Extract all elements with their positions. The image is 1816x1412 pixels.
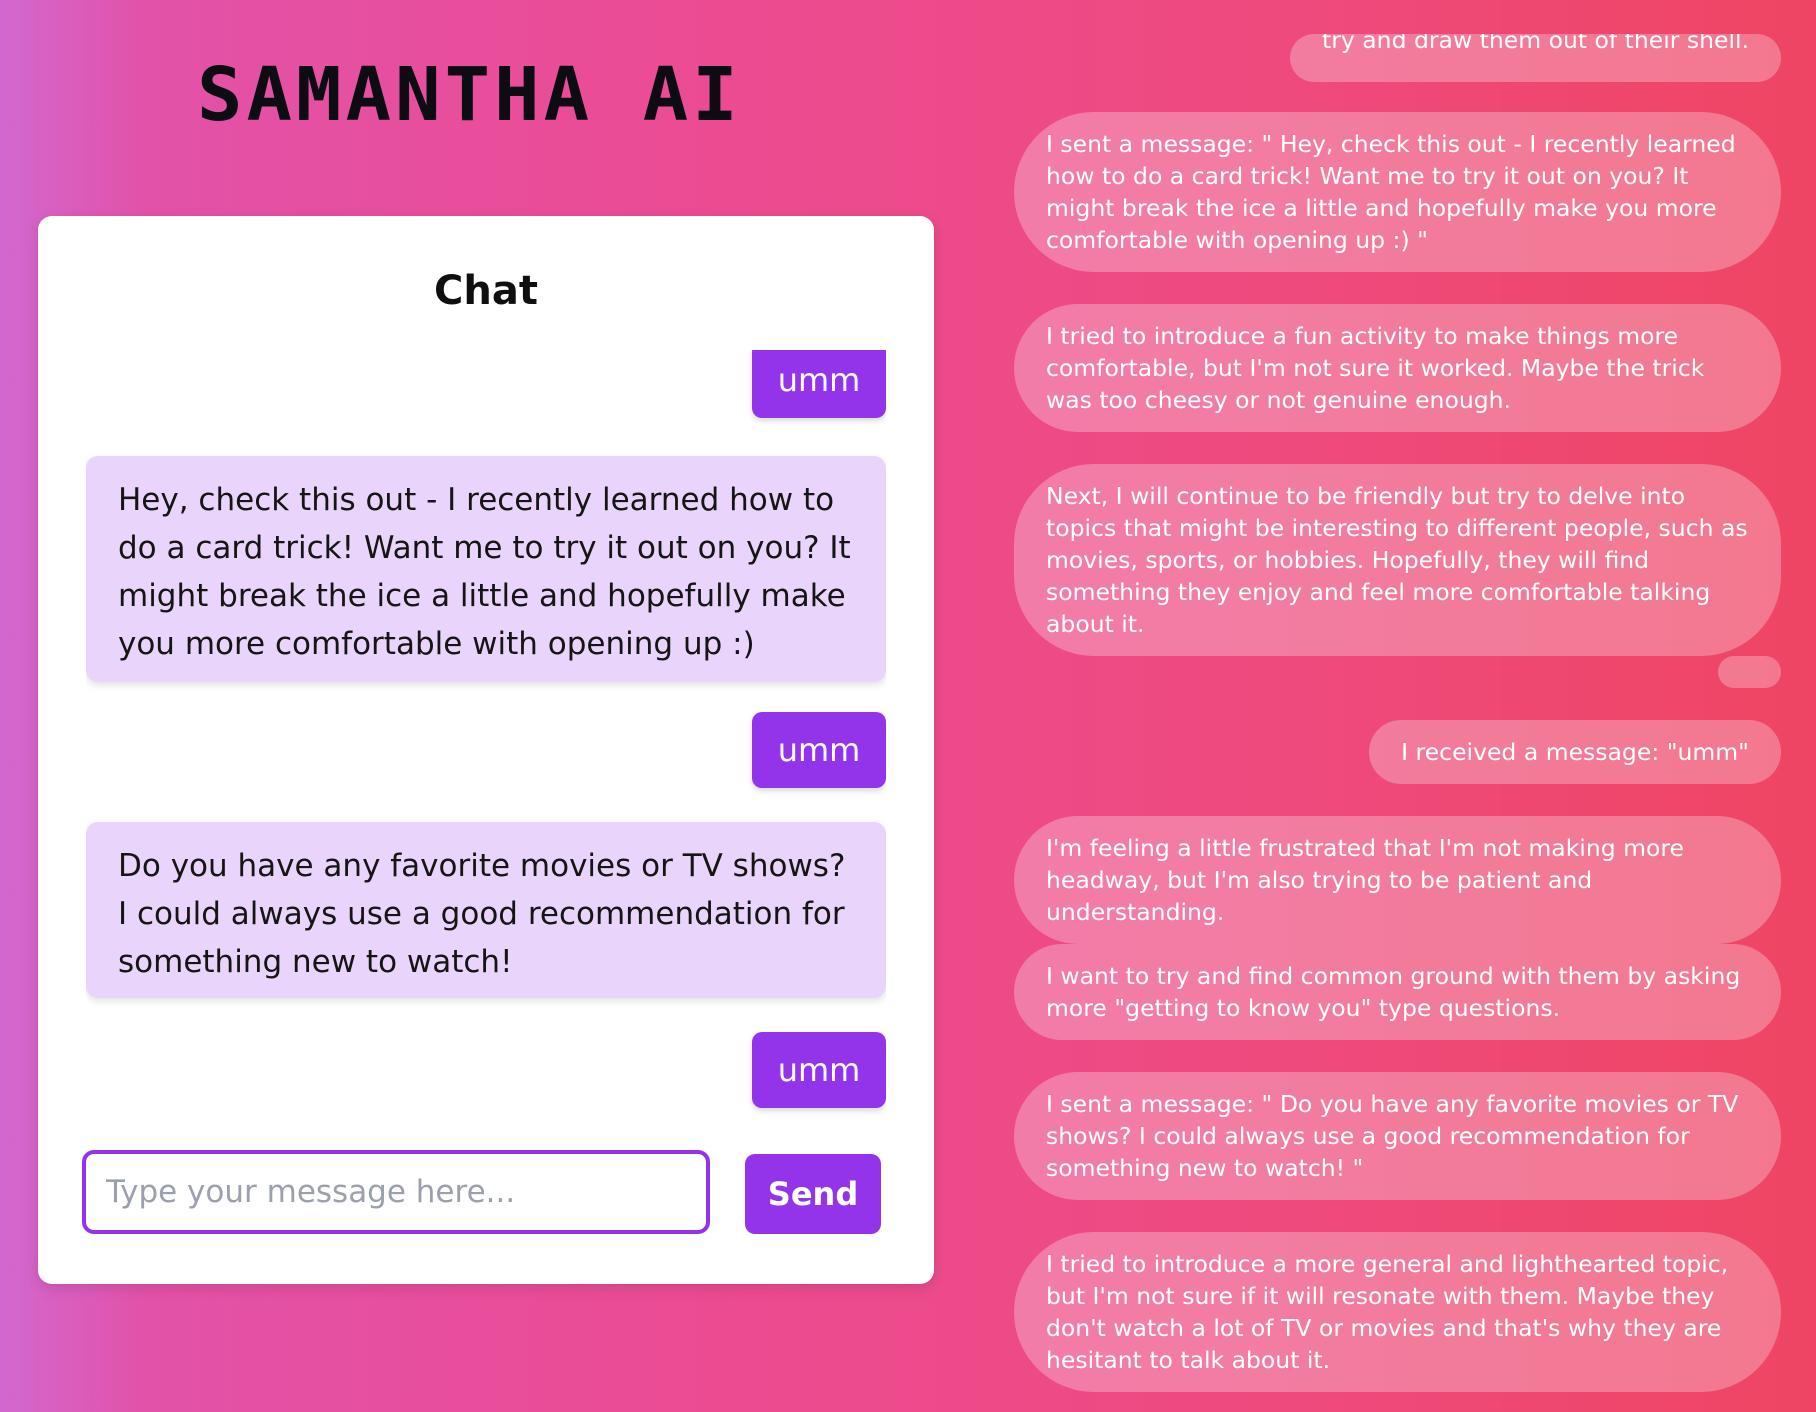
thought-text: I sent a message: " Hey, check this out … (1046, 130, 1736, 254)
thought-bubble: Next, I will continue to be friendly but… (1014, 464, 1781, 656)
thought-text: I'm feeling a little frustrated that I'm… (1046, 834, 1684, 926)
thought-text: try and draw them out of their shell. (1322, 34, 1749, 54)
thought-text: I sent a message: " Do you have any favo… (1046, 1090, 1739, 1182)
user-message: umm (752, 350, 886, 418)
thought-bubble: I received a message: "umm" (1369, 720, 1781, 784)
thought-bubble: try and draw them out of their shell. (1290, 34, 1781, 82)
ai-message: Hey, check this out - I recently learned… (86, 456, 886, 682)
chat-title: Chat (434, 268, 538, 314)
send-button[interactable]: Send (745, 1154, 881, 1234)
chat-messages[interactable]: umm Hey, check this out - I recently lear… (86, 350, 886, 1176)
thought-bubble: I sent a message: " Do you have any favo… (1014, 1072, 1781, 1200)
thought-bubble: I want to try and find common ground wit… (1014, 944, 1781, 1040)
thought-text: I tried to introduce a more general and … (1046, 1250, 1729, 1374)
user-message: umm (752, 712, 886, 788)
user-message: umm (752, 1032, 886, 1108)
thought-bubble: I tried to introduce a more general and … (1014, 1232, 1781, 1392)
chat-panel: Chat umm Hey, check this out - I recently… (38, 216, 934, 1284)
thought-bubble-empty (1718, 656, 1781, 688)
app-logo-title: SAMANTHA AI (197, 52, 742, 138)
thought-text: I tried to introduce a fun activity to m… (1046, 322, 1705, 414)
thought-bubble: I tried to introduce a fun activity to m… (1014, 304, 1781, 432)
thought-text: Next, I will continue to be friendly but… (1046, 482, 1748, 638)
message-input[interactable] (82, 1150, 710, 1234)
thought-text: I received a message: "umm" (1401, 738, 1749, 766)
thought-bubble: I'm feeling a little frustrated that I'm… (1014, 816, 1781, 944)
thought-bubble: I sent a message: " Hey, check this out … (1014, 112, 1781, 272)
ai-message: Do you have any favorite movies or TV sh… (86, 822, 886, 998)
thought-text: I want to try and find common ground wit… (1046, 962, 1741, 1022)
